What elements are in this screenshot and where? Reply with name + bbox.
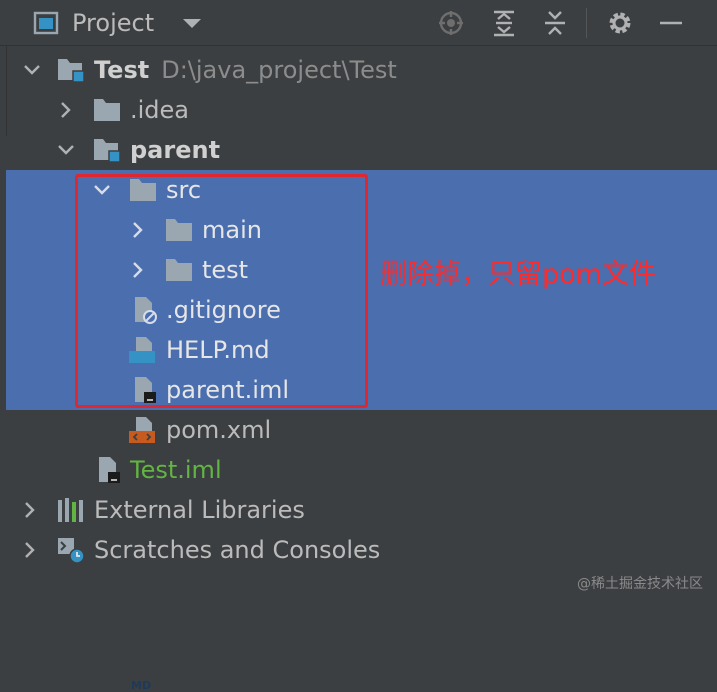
md-badge: MD — [131, 679, 152, 692]
annotation-text: 删除掉，只留pom文件 — [380, 259, 656, 290]
tree-item-test-iml[interactable]: Test.iml — [0, 450, 717, 490]
project-window-icon[interactable] — [32, 9, 60, 37]
project-tool-window-header: Project — [0, 0, 717, 46]
tree-item-external-libraries[interactable]: External Libraries — [0, 490, 717, 530]
gear-icon[interactable] — [606, 9, 634, 37]
tree-item-label: Test.iml — [130, 456, 222, 484]
annotation-highlight-box — [75, 174, 368, 408]
project-path: D:\java_project\Test — [161, 56, 397, 84]
iml-file-icon — [99, 457, 120, 483]
chevron-down-icon[interactable] — [56, 140, 76, 160]
hide-icon[interactable] — [657, 9, 685, 37]
locate-icon[interactable] — [437, 9, 465, 37]
scratches-console-icon — [58, 538, 85, 564]
tree-item-label: .idea — [130, 96, 190, 124]
tree-item-pom-xml[interactable]: pom.xml — [0, 410, 717, 450]
tree-item-parent[interactable]: parent — [0, 130, 717, 170]
tree-item-root-test[interactable]: Test D:\java_project\Test — [0, 50, 717, 90]
toolbar-divider — [586, 8, 587, 38]
tree-item-scratches-consoles[interactable]: Scratches and Consoles — [0, 530, 717, 570]
tree-item-label: External Libraries — [94, 496, 305, 524]
module-folder-icon — [94, 139, 121, 163]
folder-icon — [94, 99, 120, 121]
xml-file-icon — [129, 417, 155, 443]
collapse-all-icon[interactable] — [541, 9, 569, 37]
chevron-right-icon[interactable] — [20, 540, 40, 560]
tree-item-idea[interactable]: .idea — [0, 90, 717, 130]
tree-item-label: pom.xml — [166, 416, 272, 444]
chevron-down-icon[interactable] — [22, 60, 42, 80]
chevron-right-icon[interactable] — [56, 100, 76, 120]
tree-item-label: parent — [130, 136, 221, 164]
watermark: @稀土掘金技术社区 — [577, 576, 703, 592]
tree-item-label: Test — [94, 56, 150, 84]
chevron-right-icon[interactable] — [20, 500, 40, 520]
expand-all-icon[interactable] — [490, 9, 518, 37]
tree-item-label: Scratches and Consoles — [94, 536, 381, 564]
library-icon — [58, 498, 83, 522]
dropdown-chevron-icon[interactable] — [178, 9, 206, 37]
project-view-title[interactable]: Project — [72, 8, 154, 38]
module-folder-icon — [58, 59, 85, 83]
